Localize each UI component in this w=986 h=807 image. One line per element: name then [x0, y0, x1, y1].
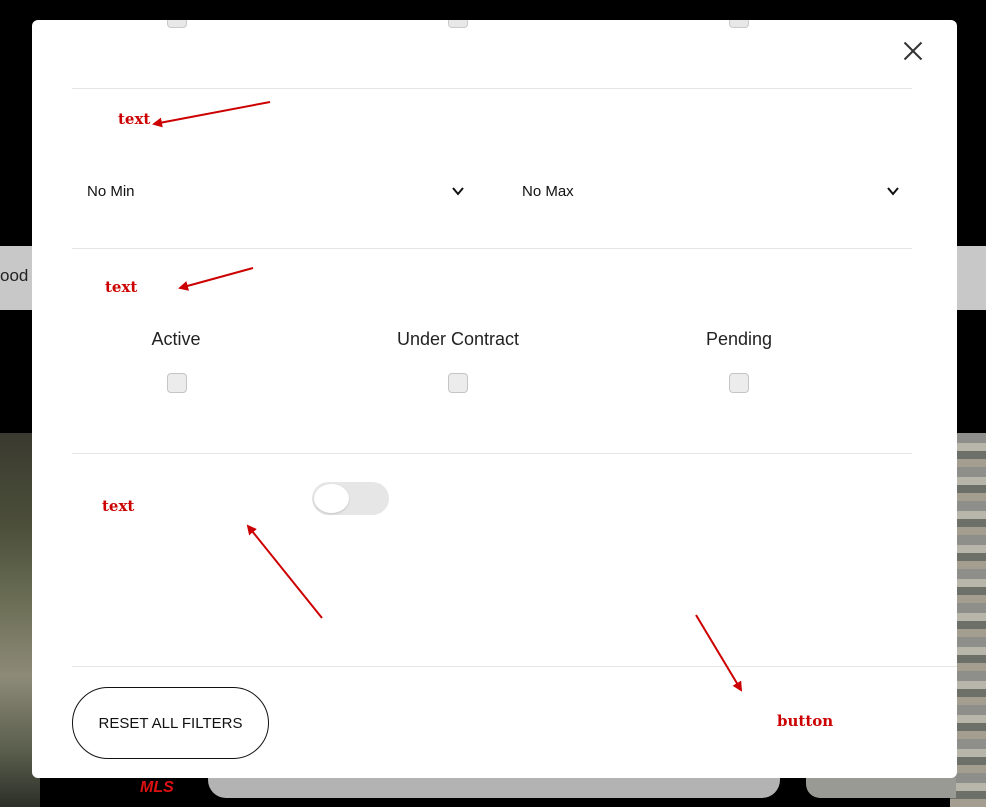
- min-price-value: No Min: [87, 182, 135, 200]
- mls-logo: MLS: [140, 779, 174, 796]
- chevron-down-icon: [452, 187, 464, 196]
- status-label-active: Active: [151, 329, 201, 349]
- close-icon[interactable]: [900, 38, 926, 64]
- annotation-status-label: text: [105, 278, 138, 296]
- checkbox-active[interactable]: [167, 373, 187, 393]
- background-search-bar: [208, 778, 780, 798]
- annotation-arrow: [178, 267, 254, 291]
- checkbox-partial[interactable]: [448, 20, 468, 28]
- annotation-arrow: [246, 524, 323, 619]
- status-label-under-contract: Under Contract: [396, 329, 520, 349]
- max-price-value: No Max: [522, 182, 574, 200]
- chevron-down-icon: [887, 187, 899, 196]
- divider: [72, 453, 912, 454]
- filters-modal: text No Min No Max text Active Under Con…: [32, 20, 957, 778]
- reset-all-filters-button[interactable]: RESET ALL FILTERS: [72, 687, 269, 759]
- background-listing-card: [806, 778, 956, 798]
- background-strip-text: ood: [0, 266, 29, 285]
- max-price-select[interactable]: No Max: [522, 173, 900, 209]
- divider: [72, 666, 957, 667]
- checkbox-partial[interactable]: [729, 20, 749, 28]
- checkbox-under-contract[interactable]: [448, 373, 468, 393]
- annotation-toggle-label: text: [102, 497, 135, 515]
- status-label-pending: Pending: [705, 329, 773, 349]
- checkbox-partial[interactable]: [167, 20, 187, 28]
- annotation-button-label: button: [777, 712, 834, 730]
- toggle-switch[interactable]: [312, 482, 389, 515]
- annotation-price-label: text: [118, 110, 151, 128]
- annotation-arrow: [695, 614, 743, 692]
- divider: [72, 248, 912, 249]
- annotation-arrow: [152, 101, 271, 128]
- annotation-arrows: [152, 101, 743, 692]
- toggle-knob: [314, 484, 349, 513]
- min-price-select[interactable]: No Min: [87, 173, 465, 209]
- divider: [72, 88, 912, 89]
- checkbox-pending[interactable]: [729, 373, 749, 393]
